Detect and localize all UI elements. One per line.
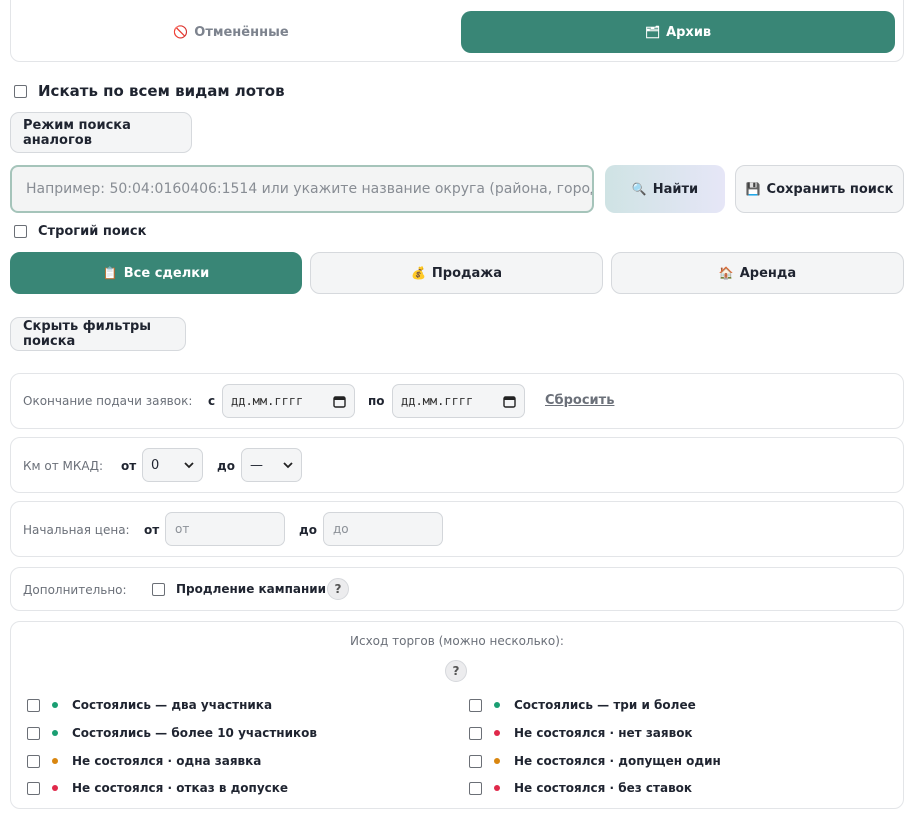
outcome-label: Состоялись — более 10 участников — [72, 726, 317, 740]
tab-all-deals-label: Все сделки — [123, 265, 210, 281]
clipboard-icon: 📋 — [102, 266, 118, 280]
status-dot — [52, 702, 58, 708]
search-icon: 🔍 — [631, 182, 647, 196]
km-label: Км от МКАД: — [23, 459, 104, 473]
strict-search-label: Строгий поиск — [38, 224, 147, 239]
outcome-item: Не состоялся · нет заявок — [469, 724, 693, 742]
outcome-checkbox[interactable] — [469, 754, 482, 768]
date-placeholder: дд.мм.гггг — [231, 394, 304, 408]
status-dot — [52, 758, 58, 764]
outcome-label: Не состоялся · одна заявка — [72, 754, 262, 768]
price-to-placeholder: до — [333, 522, 349, 536]
deadline-from-date-input[interactable]: дд.мм.гггг — [222, 384, 355, 418]
tab-cancelled[interactable]: 🚫 Отменённые — [16, 11, 446, 53]
deadline-from-label: с — [208, 394, 216, 408]
hide-filters-button[interactable]: Скрыть фильтры поиска — [10, 317, 186, 351]
calendar-icon[interactable] — [503, 395, 516, 408]
deadline-to-label: по — [368, 394, 385, 408]
tab-rent[interactable]: 🏠 Аренда — [611, 252, 904, 294]
reset-dates-link[interactable]: Сбросить — [545, 393, 614, 408]
calendar-icon[interactable] — [333, 395, 346, 408]
km-from-label: от — [121, 459, 137, 473]
outcome-item: Состоялись — три и более — [469, 696, 696, 714]
money-bag-icon: 💰 — [410, 266, 426, 280]
tab-all-deals[interactable]: 📋 Все сделки — [10, 252, 302, 294]
deadline-to-date-input[interactable]: дд.мм.гггг — [392, 384, 525, 418]
search-placeholder: Например: 50:04:0160406:1514 или укажите… — [26, 181, 594, 197]
price-to-label: до — [299, 523, 317, 537]
km-from-value: 0 — [151, 457, 160, 473]
strict-search-row: Строгий поиск — [14, 224, 146, 239]
search-all-lots-checkbox[interactable] — [14, 84, 27, 98]
status-dot — [494, 758, 500, 764]
km-to-select[interactable]: — — [241, 448, 302, 482]
price-from-placeholder: от — [175, 522, 190, 536]
outcome-label: Состоялись — три и более — [514, 698, 696, 712]
prohibited-icon: 🚫 — [173, 25, 189, 39]
campaign-extension-label: Продление кампании — [176, 582, 327, 596]
outcome-checkbox[interactable] — [27, 754, 40, 768]
tab-cancelled-label: Отменённые — [194, 24, 289, 40]
search-all-lots-row: Искать по всем видам лотов — [14, 82, 285, 100]
outcome-label: Не состоялся · допущен один — [514, 754, 721, 768]
tab-sale[interactable]: 💰 Продажа — [310, 252, 603, 294]
search-input[interactable]: Например: 50:04:0160406:1514 или укажите… — [10, 165, 594, 213]
status-dot — [494, 785, 500, 791]
outcome-item: Состоялись — более 10 участников — [27, 724, 317, 742]
status-dot — [52, 730, 58, 736]
outcome-label: Состоялись — два участника — [72, 698, 273, 712]
outcome-label: Не состоялся · без ставок — [514, 781, 693, 795]
tab-sale-label: Продажа — [431, 265, 503, 281]
outcome-item: Не состоялся · одна заявка — [27, 752, 261, 770]
extra-label: Дополнительно: — [23, 583, 127, 597]
km-to-value: — — [250, 457, 263, 473]
status-dot — [52, 785, 58, 791]
search-all-lots-label: Искать по всем видам лотов — [38, 82, 285, 100]
find-button[interactable]: 🔍 Найти — [605, 165, 725, 213]
outcome-checkbox[interactable] — [27, 726, 40, 740]
outcome-item: Состоялись — два участника — [27, 696, 272, 714]
outcome-item: Не состоялся · без ставок — [469, 779, 692, 797]
outcome-label: Не состоялся · нет заявок — [514, 726, 693, 740]
price-to-input[interactable]: до — [323, 512, 443, 546]
find-label: Найти — [652, 181, 699, 197]
km-to-label: до — [217, 459, 235, 473]
date-placeholder: дд.мм.гггг — [401, 394, 474, 408]
campaign-extension-checkbox[interactable] — [152, 583, 165, 596]
chevron-down-icon — [283, 461, 293, 468]
chevron-down-icon — [184, 461, 194, 468]
save-search-label: Сохранить поиск — [766, 181, 894, 197]
price-from-label: от — [144, 523, 160, 537]
tab-archive[interactable]: 🗂 Архив — [461, 11, 895, 53]
analog-mode-button[interactable]: Режим поиска аналогов — [10, 112, 192, 153]
tab-rent-label: Аренда — [739, 265, 797, 281]
extra-filter — [10, 567, 904, 611]
floppy-disk-icon: 💾 — [745, 182, 761, 196]
price-from-input[interactable]: от — [165, 512, 285, 546]
strict-search-checkbox[interactable] — [14, 225, 27, 238]
outcome-item: Не состоялся · допущен один — [469, 752, 721, 770]
outcome-checkbox[interactable] — [27, 781, 40, 795]
km-from-select[interactable]: 0 — [142, 448, 203, 482]
outcome-checkbox[interactable] — [469, 698, 482, 712]
outcome-checkbox[interactable] — [469, 726, 482, 740]
tab-archive-label: Архив — [666, 24, 712, 40]
outcome-title: Исход торгов (можно несколько): — [350, 634, 564, 648]
house-icon: 🏠 — [718, 266, 734, 280]
outcome-label: Не состоялся · отказ в допуске — [72, 781, 289, 795]
status-dot — [494, 730, 500, 736]
save-search-button[interactable]: 💾 Сохранить поиск — [735, 165, 904, 213]
help-icon[interactable]: ? — [327, 578, 349, 600]
outcome-item: Не состоялся · отказ в допуске — [27, 779, 288, 797]
help-icon[interactable]: ? — [445, 660, 467, 682]
archive-icon: 🗂 — [644, 25, 661, 39]
deadline-label: Окончание подачи заявок: — [23, 394, 193, 408]
outcome-checkbox[interactable] — [27, 698, 40, 712]
outcome-checkbox[interactable] — [469, 781, 482, 795]
status-dot — [494, 702, 500, 708]
price-label: Начальная цена: — [23, 523, 130, 537]
